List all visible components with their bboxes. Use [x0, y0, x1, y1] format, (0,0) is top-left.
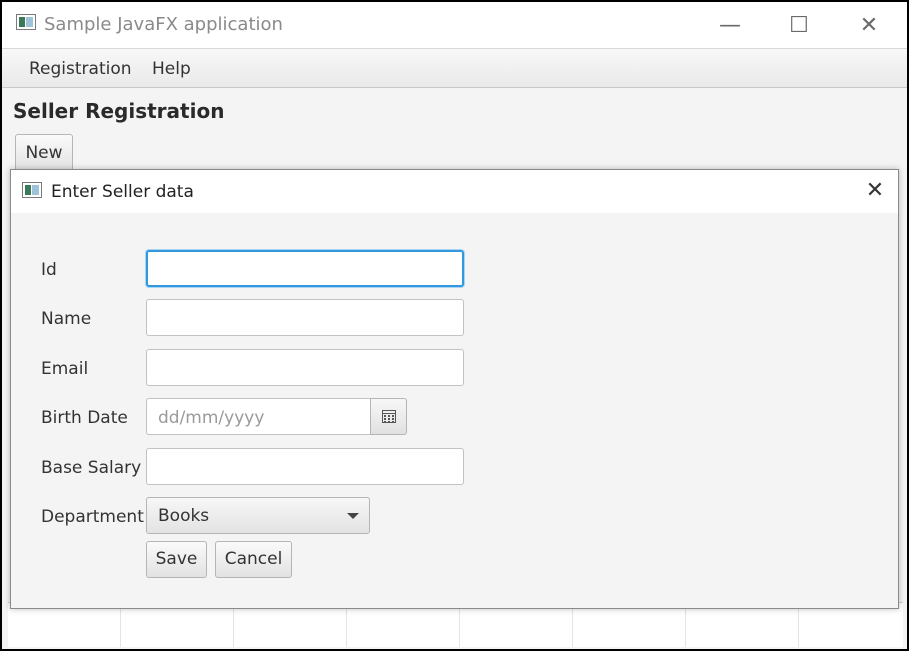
department-selected: Books: [158, 506, 210, 526]
seller-dialog: Enter Seller data ✕ Id Name Email Birth …: [10, 169, 899, 609]
minimize-button[interactable]: —: [716, 12, 744, 40]
app-icon: [16, 14, 36, 30]
date-picker-button[interactable]: [370, 398, 407, 435]
dialog-close-button[interactable]: ✕: [862, 178, 888, 204]
main-titlebar[interactable]: Sample JavaFX application — ☐ ✕: [2, 2, 907, 49]
dialog-titlebar[interactable]: Enter Seller data ✕: [11, 170, 898, 213]
dialog-title: Enter Seller data: [51, 182, 194, 202]
birth-date-label: Birth Date: [41, 408, 128, 428]
window-title: Sample JavaFX application: [44, 14, 283, 35]
new-button[interactable]: New: [15, 134, 73, 172]
id-label: Id: [41, 260, 57, 280]
maximize-button[interactable]: ☐: [785, 12, 813, 40]
base-salary-field[interactable]: [146, 448, 464, 485]
name-label: Name: [41, 309, 92, 329]
save-button[interactable]: Save: [146, 541, 207, 578]
close-window-button[interactable]: ✕: [855, 12, 883, 40]
calendar-icon: [382, 410, 396, 423]
menu-help[interactable]: Help: [152, 59, 191, 79]
menu-registration[interactable]: Registration: [29, 59, 132, 79]
department-label: Department: [41, 507, 144, 527]
email-field[interactable]: [146, 349, 464, 386]
page-title: Seller Registration: [13, 99, 225, 123]
dialog-app-icon: [22, 182, 42, 198]
chevron-down-icon: [347, 513, 359, 519]
cancel-button[interactable]: Cancel: [215, 541, 292, 578]
birth-date-field[interactable]: dd/mm/yyyy: [146, 398, 370, 435]
id-field[interactable]: [146, 250, 464, 287]
department-combo[interactable]: Books: [146, 497, 370, 534]
menubar: Registration Help: [2, 49, 907, 88]
name-field[interactable]: [146, 299, 464, 336]
email-label: Email: [41, 359, 89, 379]
base-salary-label: Base Salary: [41, 458, 142, 478]
